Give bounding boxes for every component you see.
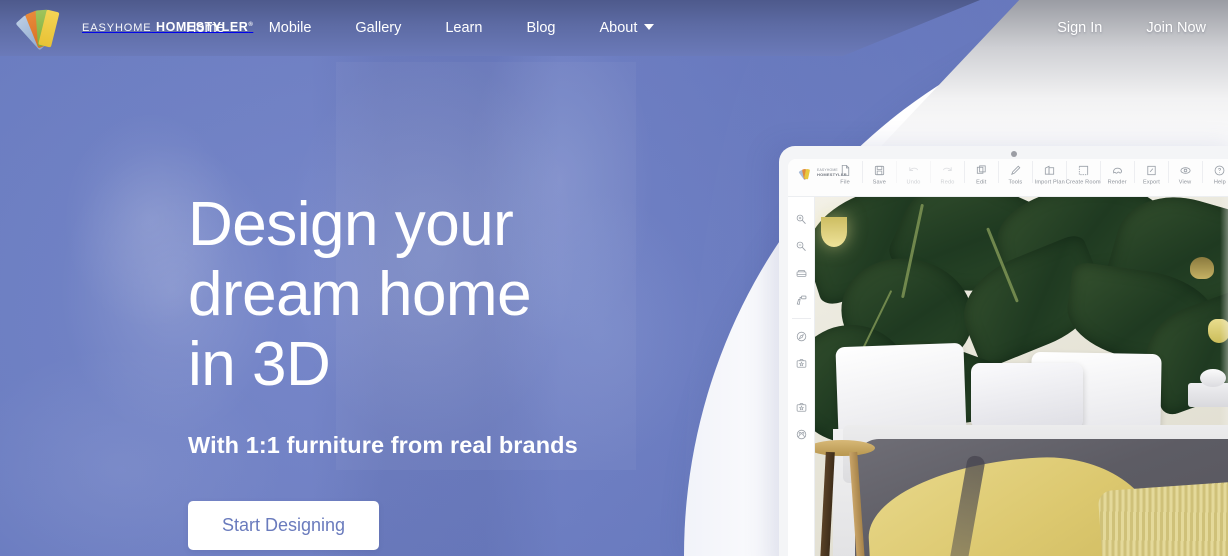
redo-icon [941, 164, 954, 177]
compass-icon [796, 331, 806, 342]
table-lamp [1200, 369, 1226, 387]
hero-section: EASYHOME HOMESTYLER File Save Undo Redo … [0, 0, 1228, 556]
pillow [971, 363, 1083, 429]
toolbar-item-import-plan[interactable]: Import Plan [1032, 161, 1066, 186]
nav-item-blog[interactable]: Blog [504, 0, 577, 56]
toolbar-item-undo[interactable]: Undo [896, 161, 930, 186]
nav-item-learn[interactable]: Learn [423, 0, 504, 56]
sign-in-link[interactable]: Sign In [1035, 0, 1124, 56]
toolbar-label: Tools [1008, 179, 1023, 186]
sidebar-item-orientation[interactable] [788, 323, 815, 350]
camera-snapshot-icon [796, 359, 806, 368]
join-now-link[interactable]: Join Now [1124, 0, 1206, 56]
edit-copy-icon [975, 164, 988, 177]
tablet-camera-icon [1011, 151, 1017, 157]
hero-subheadline: With 1:1 furniture from real brands [188, 432, 578, 458]
sidebar-item-snapshot[interactable] [788, 350, 815, 377]
sidebar-divider [791, 318, 811, 319]
toolbar-item-edit[interactable]: Edit [964, 161, 998, 186]
tablet-mockup: EASYHOME HOMESTYLER File Save Undo Redo … [779, 146, 1228, 556]
toolbar-item-render[interactable]: Render [1100, 161, 1134, 186]
eye-icon [1179, 164, 1192, 177]
page-title: Design your dream home in 3D [188, 190, 532, 399]
nav-item-mobile[interactable]: Mobile [247, 0, 334, 56]
sidebar-item-snapshot-2[interactable] [788, 394, 815, 421]
app-toolbar-bar: EASYHOME HOMESTYLER File Save Undo Redo … [788, 159, 1228, 197]
site-header: EASYHOME HOMESTYLER® Home Mobile Gallery… [0, 0, 1228, 56]
knit-blanket [1097, 480, 1228, 556]
nav-item-home[interactable]: Home [186, 0, 247, 56]
save-icon [873, 164, 886, 177]
app-sidebar-secondary [788, 393, 815, 449]
toolbar-label: Redo [940, 179, 955, 186]
toolbar-item-view[interactable]: View [1168, 161, 1202, 186]
undo-icon [907, 164, 920, 177]
tablet-screen: EASYHOME HOMESTYLER File Save Undo Redo … [788, 159, 1228, 556]
toolbar-item-redo[interactable]: Redo [930, 161, 964, 186]
toolbar-label: Create Room [1066, 179, 1101, 186]
chevron-down-icon [644, 24, 655, 30]
nightstand [1188, 383, 1228, 407]
sidebar-item-people-view[interactable] [788, 421, 815, 448]
nav-item-about[interactable]: About [577, 0, 676, 56]
toolbar-item-create-room[interactable]: Create Room [1066, 161, 1101, 186]
color-swatch-fan-icon [15, 6, 70, 51]
toolbar-label: Help [1213, 179, 1226, 186]
toolbar-item-save[interactable]: Save [862, 161, 896, 186]
toolbar-label: Import Plan [1034, 179, 1065, 186]
start-designing-button[interactable]: Start Designing [188, 501, 380, 550]
sidebar-item-materials[interactable] [788, 287, 815, 314]
furniture-sofa-icon [796, 270, 806, 277]
side-table [815, 440, 875, 556]
sidebar-item-furniture[interactable] [788, 260, 815, 287]
design-canvas[interactable] [815, 197, 1228, 556]
app-logo-fan-icon [798, 167, 813, 181]
main-navigation: Home Mobile Gallery Learn Blog About [186, 0, 676, 56]
pendant-lamp-left [821, 217, 847, 247]
pencil-icon [1009, 164, 1022, 177]
zoom-in-icon [796, 214, 806, 224]
auth-links: Sign In Join Now [1035, 0, 1206, 56]
import-plan-icon [1043, 164, 1056, 177]
export-icon [1145, 164, 1158, 177]
render-icon [1111, 164, 1124, 177]
toolbar-label: Undo [906, 179, 921, 186]
pendant-lamp-right-upper [1190, 257, 1214, 279]
sidebar-item-zoom-out[interactable] [788, 233, 815, 260]
toolbar-item-file[interactable]: File [828, 161, 862, 186]
app-sidebar [788, 197, 815, 556]
nav-item-about-label: About [599, 20, 638, 36]
camera-snapshot-icon [796, 403, 806, 412]
toolbar-label: Export [1142, 179, 1161, 186]
toolbar-item-tools[interactable]: Tools [998, 161, 1032, 186]
paint-roller-icon [796, 295, 806, 305]
create-room-icon [1077, 164, 1090, 177]
toolbar-label: Render [1107, 179, 1128, 186]
toolbar-label: File [840, 179, 850, 186]
brand-name-line1: EASYHOME [82, 21, 152, 34]
toolbar-label: Save [872, 179, 887, 186]
app-toolbar: File Save Undo Redo Edit Tools Import Pl… [828, 161, 1228, 195]
toolbar-item-export[interactable]: Export [1134, 161, 1168, 186]
toolbar-label: Edit [976, 179, 987, 186]
people-view-icon [796, 429, 806, 440]
toolbar-label: View [1179, 179, 1192, 186]
help-circle-icon [1213, 164, 1226, 177]
file-icon [839, 164, 852, 177]
nav-item-gallery[interactable]: Gallery [333, 0, 423, 56]
toolbar-item-help[interactable]: Help [1202, 161, 1228, 186]
sidebar-item-zoom-in[interactable] [788, 206, 815, 233]
zoom-out-icon [796, 241, 806, 251]
hero-copy: Design your dream home in 3D With 1:1 fu… [188, 190, 708, 550]
